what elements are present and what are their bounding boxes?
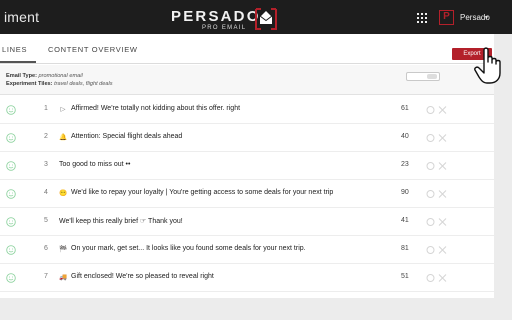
subject-lines-card: LINES CONTENT OVERVIEW Export Email Type… — [0, 34, 494, 298]
refresh-icon[interactable] — [426, 162, 435, 170]
refresh-icon[interactable] — [426, 274, 435, 282]
smiley-icon — [6, 217, 16, 227]
subject-line-text: Attention: Special flight deals ahead — [71, 133, 183, 140]
chevron-down-icon[interactable]: ▼ — [484, 15, 489, 21]
row-number: 1 — [44, 105, 48, 112]
row-score: 41 — [401, 217, 409, 224]
experiment-tiles-label: Experiment Tiles: — [6, 81, 53, 87]
remove-icon[interactable] — [438, 162, 447, 170]
remove-icon[interactable] — [438, 274, 447, 282]
page-title: iment — [4, 9, 40, 25]
refresh-icon[interactable] — [426, 134, 435, 142]
row-actions — [426, 162, 447, 170]
row-emoji-icon: 🔔 — [59, 134, 68, 141]
toggle-knob — [427, 74, 437, 79]
email-type-value: promotional email — [38, 73, 83, 79]
row-emoji-icon: 🏁 — [59, 246, 68, 253]
row-actions — [426, 106, 447, 114]
row-score: 40 — [401, 133, 409, 140]
row-actions — [426, 190, 447, 198]
row-number: 7 — [44, 273, 48, 280]
smiley-icon — [6, 189, 16, 199]
subject-line-row[interactable]: 2 🔔 Attention: Special flight deals ahead 4… — [0, 124, 494, 152]
smiley-icon — [6, 133, 16, 143]
subject-line-row[interactable]: 6 🏁 On your mark, get set... It looks like… — [0, 236, 494, 264]
remove-icon[interactable] — [438, 134, 447, 142]
subject-line-text: Too good to miss out •• — [59, 161, 131, 168]
subject-line-text: Gift enclosed! We're so pleased to revea… — [71, 273, 214, 280]
subject-line-row[interactable]: 1 ▷ Affirmed! We're totally not kidding ab… — [0, 96, 494, 124]
tab-content-overview[interactable]: CONTENT OVERVIEW — [48, 45, 138, 54]
experiment-meta: Email Type: promotional email Experiment… — [0, 65, 494, 95]
hand-cursor-icon — [474, 47, 501, 84]
email-type-label: Email Type: — [6, 73, 37, 79]
subject-line-row[interactable]: 7 🚚 Gift enclosed! We're so pleased to rev… — [0, 264, 494, 292]
subject-line-row[interactable]: 5 We'll keep this really brief ☞ Thank yo… — [0, 208, 494, 236]
row-emoji-icon: 😶 — [59, 190, 68, 197]
smiley-icon — [6, 273, 16, 283]
active-tab-indicator — [0, 61, 36, 63]
experiment-tiles-value: travel deals, flight deals — [54, 81, 113, 87]
row-score: 23 — [401, 161, 409, 168]
experiment-tiles-line: Experiment Tiles: travel deals, flight d… — [6, 81, 113, 87]
subject-line-text: We'll keep this really brief ☞ Thank you… — [59, 218, 183, 225]
avatar[interactable]: P — [439, 10, 454, 25]
envelope-icon — [255, 8, 277, 30]
row-emoji-icon: ▷ — [60, 106, 66, 113]
refresh-icon[interactable] — [426, 190, 435, 198]
row-actions — [426, 246, 447, 254]
apps-grid-icon[interactable] — [417, 13, 427, 23]
refresh-icon[interactable] — [426, 218, 435, 226]
smiley-icon — [6, 105, 16, 115]
tab-lines[interactable]: LINES — [2, 45, 27, 54]
smiley-icon — [6, 245, 16, 255]
row-actions — [426, 274, 447, 282]
subject-line-text: On your mark, get set... It looks like y… — [71, 245, 306, 252]
refresh-icon[interactable] — [426, 246, 435, 254]
remove-icon[interactable] — [438, 190, 447, 198]
row-score: 61 — [401, 105, 409, 112]
logo-subtext: PRO EMAIL — [202, 25, 247, 31]
row-actions — [426, 218, 447, 226]
row-score: 51 — [401, 273, 409, 280]
row-number: 4 — [44, 189, 48, 196]
row-number: 3 — [44, 161, 48, 168]
subject-line-row[interactable]: 4 😶 We'd like to repay your loyalty | You'… — [0, 180, 494, 208]
tab-bar: LINES CONTENT OVERVIEW Export — [0, 34, 494, 64]
subject-line-row[interactable]: 3 Too good to miss out •• 23 — [0, 152, 494, 180]
email-type-line: Email Type: promotional email — [6, 73, 83, 79]
smiley-icon — [6, 161, 16, 171]
subject-line-text: We'd like to repay your loyalty | You're… — [71, 189, 334, 196]
refresh-icon[interactable] — [426, 106, 435, 114]
subject-line-text: Affirmed! We're totally not kidding abou… — [71, 105, 241, 112]
row-number: 2 — [44, 133, 48, 140]
row-score: 81 — [401, 245, 409, 252]
row-number: 5 — [44, 217, 48, 224]
remove-icon[interactable] — [438, 106, 447, 114]
row-actions — [426, 134, 447, 142]
row-number: 6 — [44, 245, 48, 252]
remove-icon[interactable] — [438, 218, 447, 226]
logo-wordmark: PERSADO — [171, 8, 261, 25]
top-bar: iment PERSADO PRO EMAIL P Persado ▼ — [0, 0, 512, 34]
remove-icon[interactable] — [438, 246, 447, 254]
row-emoji-icon: 🚚 — [59, 274, 68, 281]
row-score: 90 — [401, 189, 409, 196]
view-toggle[interactable] — [406, 72, 440, 81]
